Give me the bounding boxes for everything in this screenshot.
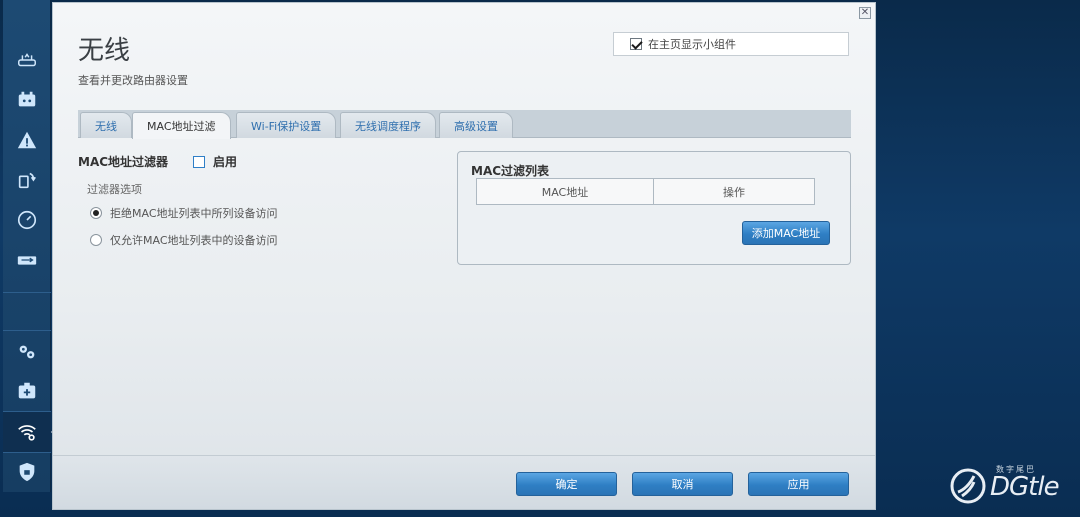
watermark-logo: 数字尾巴 DGtle [946, 462, 1070, 508]
show-widget-option[interactable]: 在主页显示小组件 [613, 32, 849, 56]
close-icon[interactable]: ✕ [859, 7, 871, 19]
footer-bar: 确定 取消 应用 [53, 455, 875, 509]
usb-storage-icon[interactable] [3, 240, 51, 280]
column-header-mac-address: MAC地址 [477, 179, 654, 204]
filter-options-label: 过滤器选项 [87, 183, 142, 196]
enable-filter-option[interactable]: 启用 [193, 153, 237, 170]
alert-icon[interactable] [3, 120, 51, 160]
mac-list-title: MAC过滤列表 [471, 164, 550, 178]
enable-filter-label: 启用 [213, 155, 238, 169]
dgtle-logo-icon [950, 468, 986, 504]
wifi-settings-icon[interactable] [3, 412, 58, 452]
watermark-text: DGtle [990, 472, 1060, 502]
tab-wireless-scheduler[interactable]: 无线调度程序 [340, 112, 436, 138]
sidebar-divider [3, 292, 51, 293]
diagnostics-icon[interactable] [3, 371, 51, 411]
page-subtitle: 查看并更改路由器设置 [78, 74, 188, 87]
radio-allow-listed[interactable]: 仅允许MAC地址列表中的设备访问 [90, 232, 278, 248]
mac-filter-label: MAC地址过滤器 [78, 155, 169, 169]
tab-wireless[interactable]: 无线 [80, 112, 132, 138]
apply-button[interactable]: 应用 [748, 472, 849, 496]
tab-wifi-protected-setup[interactable]: Wi-Fi保护设置 [236, 112, 337, 138]
radio-deny-listed[interactable]: 拒绝MAC地址列表中所列设备访问 [90, 205, 278, 221]
mac-filter-list-panel: MAC过滤列表 MAC地址 操作 添加MAC地址 [457, 151, 851, 265]
speed-icon[interactable] [3, 200, 51, 240]
add-mac-address-button[interactable]: 添加MAC地址 [742, 221, 830, 245]
mac-list-table: MAC地址 操作 [476, 178, 815, 205]
tab-bar: 无线 MAC地址过滤 Wi-Fi保护设置 无线调度程序 高级设置 [78, 110, 851, 139]
media-icon[interactable] [3, 160, 51, 200]
cancel-button[interactable]: 取消 [632, 472, 733, 496]
ok-button[interactable]: 确定 [516, 472, 617, 496]
radio-label: 拒绝MAC地址列表中所列设备访问 [110, 207, 278, 220]
security-icon[interactable] [3, 452, 51, 492]
column-header-action: 操作 [723, 185, 745, 199]
tab-mac-filter[interactable]: MAC地址过滤 [132, 112, 231, 139]
router-icon[interactable] [3, 40, 51, 80]
show-widget-label: 在主页显示小组件 [648, 38, 736, 51]
enable-filter-checkbox[interactable] [193, 155, 205, 168]
radio-button[interactable] [90, 234, 102, 246]
show-widget-checkbox[interactable] [630, 38, 642, 50]
settings-icon[interactable] [3, 332, 51, 372]
radio-label: 仅允许MAC地址列表中的设备访问 [110, 234, 278, 247]
page-title: 无线 [78, 36, 131, 66]
tab-advanced-settings[interactable]: 高级设置 [439, 112, 513, 138]
devices-icon[interactable] [3, 80, 51, 120]
radio-button[interactable] [90, 207, 102, 219]
app-sidebar [3, 0, 58, 492]
wireless-settings-window: ✕ 无线 查看并更改路由器设置 在主页显示小组件 无线 MAC地址过滤 Wi-F… [52, 2, 876, 510]
sidebar-divider [3, 330, 51, 331]
